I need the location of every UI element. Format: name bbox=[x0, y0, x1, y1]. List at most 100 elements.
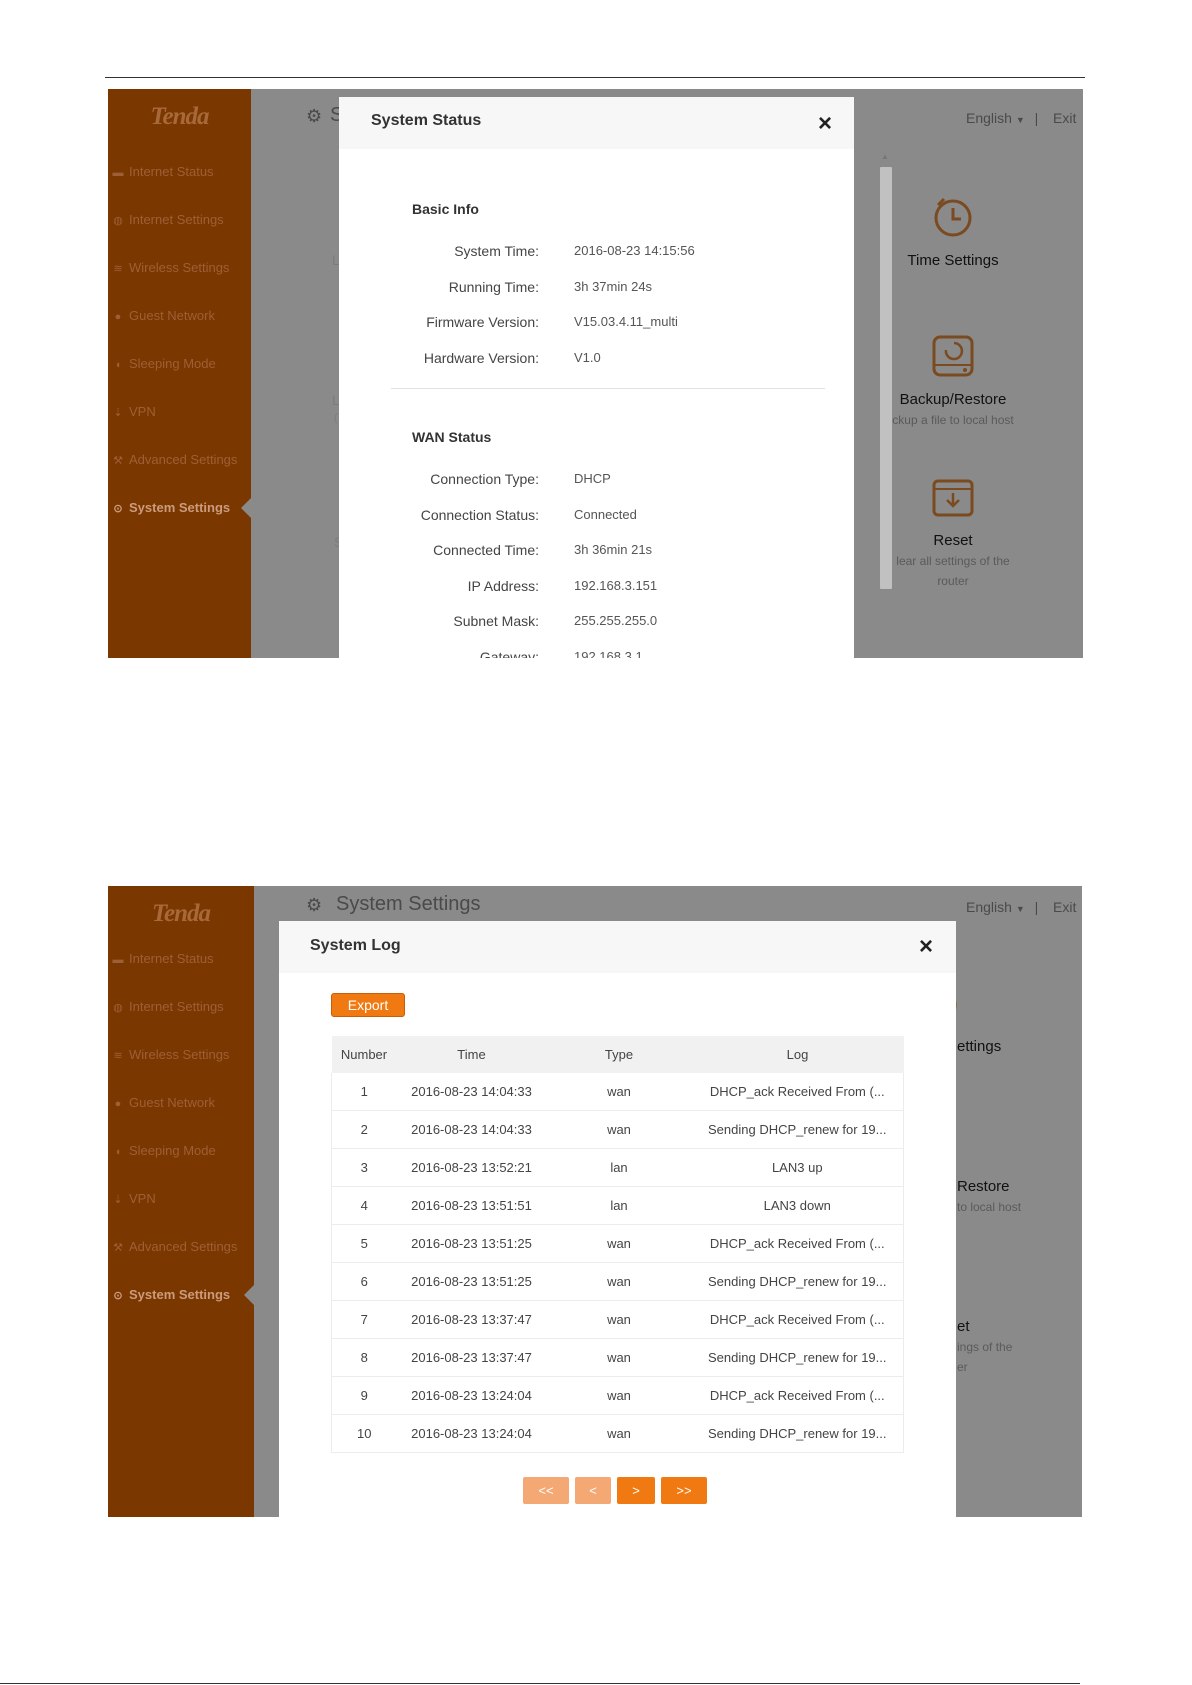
cell-number: 5 bbox=[331, 1224, 397, 1263]
table-header-row: Number Time Type Log bbox=[331, 1036, 904, 1073]
table-row: 8 2016-08-23 13:37:47 wan Sending DHCP_rene… bbox=[331, 1338, 904, 1377]
vpn-icon: ⇣ bbox=[113, 407, 123, 419]
close-icon[interactable]: × bbox=[919, 935, 933, 959]
scroll-up-icon[interactable]: ▲ bbox=[878, 152, 892, 161]
cell-time: 2016-08-23 13:51:25 bbox=[396, 1262, 547, 1301]
cell-time: 2016-08-23 13:24:04 bbox=[396, 1414, 547, 1453]
cell-type: wan bbox=[546, 1338, 692, 1377]
cell-type: wan bbox=[546, 1224, 692, 1263]
sidebar-item-vpn[interactable]: ⇣ VPN bbox=[111, 1187, 155, 1211]
sidebar-item-wireless-settings[interactable]: ≋ Wireless Settings bbox=[111, 256, 229, 280]
cell-type: wan bbox=[546, 1073, 692, 1111]
cell-time: 2016-08-23 13:51:25 bbox=[396, 1224, 547, 1263]
tile-backup-restore[interactable]: Restore bbox=[957, 1178, 1010, 1195]
tile-time-settings[interactable]: ettings bbox=[957, 1038, 1001, 1055]
language-select[interactable]: English ▼ | bbox=[966, 899, 1038, 915]
scrollbar-thumb[interactable] bbox=[880, 167, 892, 589]
sidebar-item-internet-settings[interactable]: ◍ Internet Settings bbox=[111, 995, 223, 1019]
system-log-dialog: System Log × Export Number Time Type Log… bbox=[279, 921, 956, 1517]
cell-number: 2 bbox=[331, 1110, 397, 1149]
sidebar-item-internet-settings[interactable]: ◍ Internet Settings bbox=[111, 208, 223, 232]
sidebar-item-wireless-settings[interactable]: ≋ Wireless Settings bbox=[111, 1043, 229, 1067]
sidebar-item-advanced-settings[interactable]: ⚒ Advanced Settings bbox=[111, 448, 237, 472]
tile-reset[interactable]: et bbox=[957, 1318, 970, 1335]
cell-log: Sending DHCP_renew for 19... bbox=[691, 1414, 904, 1453]
top-rule bbox=[105, 77, 1085, 78]
label-firmware-version: Firmware Version: bbox=[426, 314, 539, 330]
close-icon[interactable]: × bbox=[818, 112, 832, 136]
cell-number: 6 bbox=[331, 1262, 397, 1301]
sidebar-item-advanced-settings[interactable]: ⚒ Advanced Settings bbox=[111, 1235, 237, 1259]
tile-reset[interactable]: Reset bbox=[903, 532, 1003, 549]
tile-reset-desc-2: router bbox=[937, 574, 969, 588]
value-firmware-version: V15.03.4.11_multi bbox=[574, 314, 678, 329]
cell-time: 2016-08-23 14:04:33 bbox=[396, 1110, 547, 1149]
table-row: 7 2016-08-23 13:37:47 wan DHCP_ack Received… bbox=[331, 1300, 904, 1339]
guest-icon: ● bbox=[114, 1098, 122, 1110]
table-row: 4 2016-08-23 13:51:51 lan LAN3 down bbox=[331, 1186, 904, 1225]
value-connection-status: Connected bbox=[574, 507, 637, 522]
column-header-type: Type bbox=[546, 1036, 692, 1073]
cell-log: DHCP_ack Received From (... bbox=[691, 1224, 904, 1263]
tile-backup-restore[interactable]: Backup/Restore bbox=[893, 391, 1013, 408]
value-system-time: 2016-08-23 14:15:56 bbox=[574, 243, 695, 258]
export-button[interactable]: Export bbox=[331, 993, 405, 1017]
label-connection-type: Connection Type: bbox=[430, 471, 539, 487]
table-row: 3 2016-08-23 13:52:21 lan LAN3 up bbox=[331, 1148, 904, 1187]
dialog-title: System Log bbox=[310, 937, 401, 954]
tenda-logo: Tenda bbox=[150, 103, 210, 130]
sidebar-item-internet-status[interactable]: ▬ Internet Status bbox=[111, 947, 214, 971]
backup-disk-icon bbox=[930, 333, 976, 384]
cell-time: 2016-08-23 13:52:21 bbox=[396, 1148, 547, 1187]
sidebar-item-sleeping-mode[interactable]: ◖ Sleeping Mode bbox=[111, 1139, 216, 1163]
sidebar-item-guest-network[interactable]: ● Guest Network bbox=[111, 1091, 215, 1115]
tile-reset-desc: lear all settings of the bbox=[896, 554, 1010, 568]
last-page-button[interactable]: >> bbox=[661, 1477, 707, 1504]
cell-type: lan bbox=[546, 1148, 692, 1187]
table-row: 1 2016-08-23 14:04:33 wan DHCP_ack Received… bbox=[331, 1073, 904, 1111]
clock-icon bbox=[930, 193, 976, 244]
vpn-icon: ⇣ bbox=[113, 1194, 123, 1206]
sidebar-item-system-settings[interactable]: ⊙ System Settings bbox=[111, 496, 230, 520]
sidebar-item-system-settings[interactable]: ⊙ System Settings bbox=[111, 1283, 230, 1307]
next-page-button[interactable]: > bbox=[617, 1477, 655, 1504]
pagination: << < > >> bbox=[523, 1477, 713, 1505]
column-header-number: Number bbox=[331, 1036, 397, 1073]
cell-number: 10 bbox=[331, 1414, 397, 1453]
sidebar-item-sleeping-mode[interactable]: ◖ Sleeping Mode bbox=[111, 352, 216, 376]
column-header-log: Log bbox=[691, 1036, 904, 1073]
value-ip-address: 192.168.3.151 bbox=[574, 578, 658, 593]
screenshot-system-log: Tenda ▬ Internet Status ◍ Internet Setting… bbox=[108, 886, 1082, 1517]
language-select[interactable]: English ▼ | bbox=[966, 110, 1038, 126]
sidebar-item-guest-network[interactable]: ● Guest Network bbox=[111, 304, 215, 328]
cell-type: lan bbox=[546, 1186, 692, 1225]
table-row: 10 2016-08-23 13:24:04 wan Sending DHCP_ren… bbox=[331, 1414, 904, 1453]
cell-type: wan bbox=[546, 1414, 692, 1453]
exit-link[interactable]: Exit bbox=[1053, 899, 1076, 915]
chevron-down-icon: ▼ bbox=[1015, 115, 1025, 125]
cell-number: 4 bbox=[331, 1186, 397, 1225]
bottom-rule bbox=[0, 1683, 1080, 1684]
cell-log: DHCP_ack Received From (... bbox=[691, 1073, 904, 1111]
tenda-logo: Tenda bbox=[152, 900, 211, 927]
nav-active-pointer bbox=[244, 1284, 255, 1306]
section-divider bbox=[391, 388, 825, 389]
table-row: 9 2016-08-23 13:24:04 wan DHCP_ack Received… bbox=[331, 1376, 904, 1415]
system-status-dialog: System Status × Basic Info System Time: … bbox=[339, 97, 854, 658]
label-connection-status: Connection Status: bbox=[420, 507, 539, 523]
bg-fragment: ( bbox=[334, 412, 338, 424]
sidebar-item-internet-status[interactable]: ▬ Internet Status bbox=[111, 160, 214, 184]
cell-time: 2016-08-23 13:37:47 bbox=[396, 1300, 547, 1339]
exit-link[interactable]: Exit bbox=[1053, 110, 1076, 126]
label-subnet-mask: Subnet Mask: bbox=[453, 613, 539, 629]
moon-icon: ◖ bbox=[114, 1146, 122, 1158]
cell-log: LAN3 up bbox=[691, 1148, 904, 1187]
prev-page-button[interactable]: < bbox=[575, 1477, 611, 1504]
cell-type: wan bbox=[546, 1110, 692, 1149]
tile-time-settings[interactable]: Time Settings bbox=[903, 252, 1003, 269]
sidebar-item-vpn[interactable]: ⇣ VPN bbox=[111, 400, 155, 424]
cell-number: 9 bbox=[331, 1376, 397, 1415]
cell-time: 2016-08-23 13:51:51 bbox=[396, 1186, 547, 1225]
first-page-button[interactable]: << bbox=[523, 1477, 569, 1504]
cell-type: wan bbox=[546, 1262, 692, 1301]
